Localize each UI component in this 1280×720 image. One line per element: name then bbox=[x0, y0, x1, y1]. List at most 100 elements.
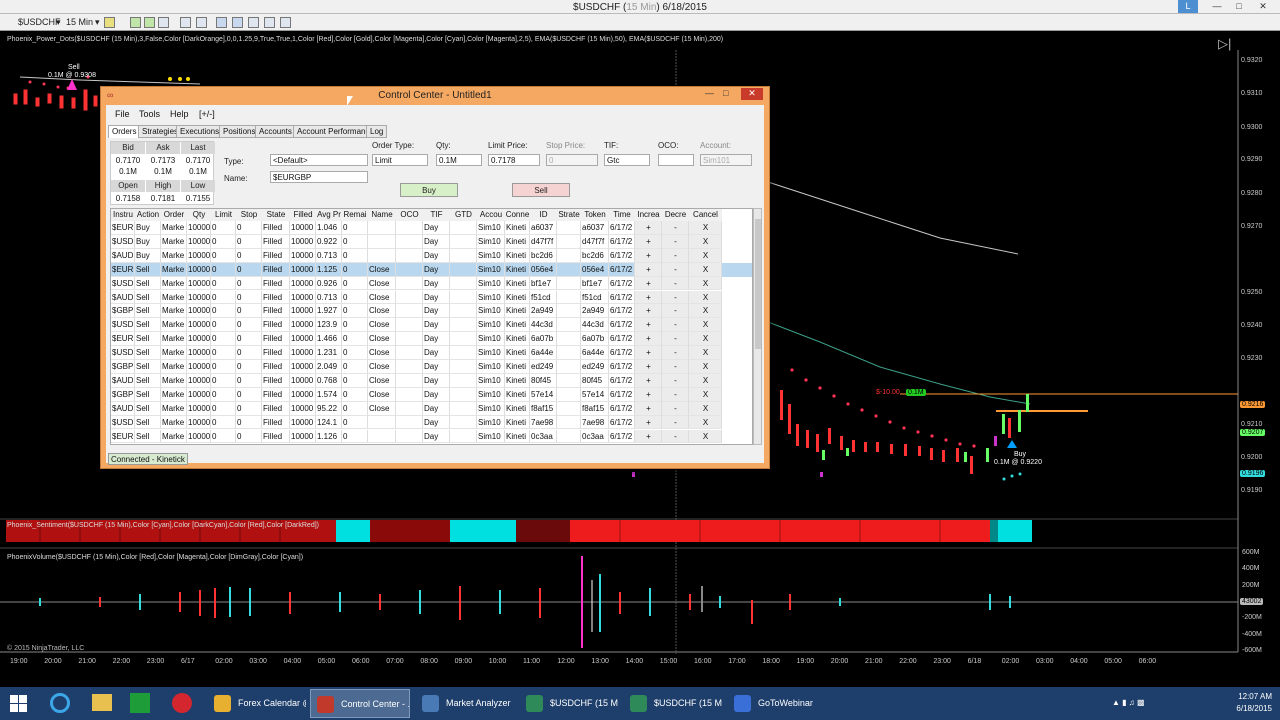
orders-scrollbar[interactable] bbox=[753, 208, 762, 445]
decrease-button[interactable]: - bbox=[662, 262, 689, 277]
column-header[interactable]: Accou bbox=[477, 209, 505, 221]
menu-file[interactable]: File bbox=[115, 109, 130, 119]
stop-price-input[interactable]: 0 bbox=[546, 154, 598, 166]
cancel-order-button[interactable]: X bbox=[689, 387, 722, 402]
order-row[interactable]: $GBP Sell Marke 10000 0 0 Filled 10000 1.927 0 Clo… bbox=[111, 304, 752, 319]
column-header[interactable]: Instru bbox=[111, 209, 135, 221]
taskbar-item[interactable]: Market Analyzer bbox=[416, 689, 514, 718]
draw-tool-icon[interactable] bbox=[130, 17, 141, 28]
tif-select[interactable]: Gtc bbox=[604, 154, 650, 166]
cancel-order-button[interactable]: X bbox=[689, 401, 722, 416]
increase-button[interactable]: + bbox=[635, 221, 662, 235]
limit-price-input[interactable]: 0.7178 bbox=[488, 154, 540, 166]
bar-type-icon[interactable] bbox=[104, 17, 115, 28]
spreadsheet-icon[interactable] bbox=[130, 693, 150, 713]
column-header[interactable]: Cancel bbox=[689, 209, 722, 221]
column-header[interactable]: Token bbox=[581, 209, 609, 221]
symbol-selector[interactable]: $USDCHF bbox=[18, 16, 61, 29]
close-button[interactable]: ✕ bbox=[1252, 0, 1274, 13]
increase-button[interactable]: + bbox=[635, 262, 662, 277]
instrument-input[interactable]: $EURGBP bbox=[270, 171, 368, 183]
cancel-order-button[interactable]: X bbox=[689, 360, 722, 374]
clock-date[interactable]: 6/18/2015 bbox=[1222, 704, 1272, 713]
tab-executions[interactable]: Executions bbox=[176, 125, 224, 138]
tab-accounts[interactable]: Accounts bbox=[255, 125, 296, 138]
order-row[interactable]: $EUR Sell Marke 10000 0 0 Filled 10000 1.466 0 Clo… bbox=[111, 332, 752, 347]
cancel-order-button[interactable]: X bbox=[689, 332, 722, 347]
order-row[interactable]: $AUD Sell Marke 10000 0 0 Filled 10000 0.768 0 Clo… bbox=[111, 373, 752, 388]
cancel-order-button[interactable]: X bbox=[689, 346, 722, 360]
crosshair-icon[interactable] bbox=[180, 17, 191, 28]
decrease-button[interactable]: - bbox=[662, 318, 689, 333]
position-qty-tag[interactable]: 0.1M bbox=[906, 389, 926, 396]
column-header[interactable]: Order bbox=[161, 209, 187, 221]
properties-icon[interactable] bbox=[248, 17, 259, 28]
column-header[interactable]: Avg Pr bbox=[316, 209, 342, 221]
taskbar-item[interactable]: Control Center - ... bbox=[310, 689, 410, 718]
cancel-order-button[interactable]: X bbox=[689, 248, 722, 263]
increase-button[interactable]: + bbox=[635, 401, 662, 416]
pointer-icon[interactable] bbox=[158, 17, 169, 28]
increase-button[interactable]: + bbox=[635, 373, 662, 388]
orders-grid[interactable]: Instru Action Order Qty Limit Stop State Filled… bbox=[110, 208, 753, 445]
buy-button[interactable]: Buy bbox=[400, 183, 458, 197]
interval-dropdown-icon[interactable]: ▾ bbox=[95, 16, 100, 29]
increase-button[interactable]: + bbox=[635, 290, 662, 305]
order-row[interactable]: $EUR Buy Marke 10000 0 0 Filled 10000 1.046 0 Day S… bbox=[111, 221, 752, 235]
order-row[interactable]: $GBP Sell Marke 10000 0 0 Filled 10000 2.049 0 Clo… bbox=[111, 360, 752, 374]
tray-icons[interactable]: ▲ ▮ ♫ ▩ bbox=[1112, 698, 1145, 707]
menu-tools[interactable]: Tools bbox=[139, 109, 160, 119]
order-row[interactable]: $AUD Sell Marke 10000 0 0 Filled 10000 0.713 0 Clo… bbox=[111, 290, 752, 305]
type-select[interactable]: <Default> bbox=[270, 154, 368, 166]
column-header[interactable]: OCO bbox=[396, 209, 423, 221]
increase-button[interactable]: + bbox=[635, 387, 662, 402]
cancel-order-button[interactable]: X bbox=[689, 304, 722, 319]
column-header[interactable]: Filled bbox=[290, 209, 316, 221]
order-row[interactable]: $AUD Buy Marke 10000 0 0 Filled 10000 0.713 0 Day S… bbox=[111, 248, 752, 263]
decrease-button[interactable]: - bbox=[662, 415, 689, 430]
file-explorer-icon[interactable] bbox=[92, 694, 112, 711]
account-badge[interactable]: L bbox=[1178, 0, 1198, 13]
cc-minimize-button[interactable]: — bbox=[705, 88, 714, 98]
decrease-button[interactable]: - bbox=[662, 276, 689, 291]
decrease-button[interactable]: - bbox=[662, 234, 689, 249]
internet-explorer-icon[interactable] bbox=[50, 693, 70, 713]
cancel-order-button[interactable]: X bbox=[689, 276, 722, 291]
cancel-order-button[interactable]: X bbox=[689, 318, 722, 333]
decrease-button[interactable]: - bbox=[662, 387, 689, 402]
increase-button[interactable]: + bbox=[635, 332, 662, 347]
order-row[interactable]: $USD Sell Marke 10000 0 0 Filled 10000 0.926 0 Clo… bbox=[111, 276, 752, 291]
tab-positions[interactable]: Positions bbox=[219, 125, 260, 138]
column-header[interactable]: Conne bbox=[505, 209, 530, 221]
indicators-icon[interactable] bbox=[216, 17, 227, 28]
order-row[interactable]: $USD Sell Marke 10000 0 0 Filled 10000 124.1 0 Day… bbox=[111, 415, 752, 430]
increase-button[interactable]: + bbox=[635, 248, 662, 263]
scroll-to-end-icon[interactable]: ▷| bbox=[1218, 36, 1231, 52]
increase-button[interactable]: + bbox=[635, 415, 662, 430]
decrease-button[interactable]: - bbox=[662, 429, 689, 444]
order-row[interactable]: $AUD Sell Marke 10000 0 0 Filled 10000 95.22 0 Clo… bbox=[111, 401, 752, 416]
sell-button[interactable]: Sell bbox=[512, 183, 570, 197]
taskbar-item[interactable]: GoToWebinar bbox=[728, 689, 824, 718]
qty-input[interactable]: 0.1M bbox=[436, 154, 482, 166]
decrease-button[interactable]: - bbox=[662, 304, 689, 319]
cancel-order-button[interactable]: X bbox=[689, 373, 722, 388]
column-header[interactable]: Qty bbox=[187, 209, 211, 221]
decrease-button[interactable]: - bbox=[662, 346, 689, 360]
order-type-select[interactable]: Limit bbox=[372, 154, 428, 166]
data-box-icon[interactable] bbox=[280, 17, 291, 28]
order-row[interactable]: $USD Sell Marke 10000 0 0 Filled 10000 123.9 0 Clo… bbox=[111, 318, 752, 333]
cancel-order-button[interactable]: X bbox=[689, 415, 722, 430]
symbol-dropdown-icon[interactable]: ▾ bbox=[56, 16, 61, 29]
cancel-order-button[interactable]: X bbox=[689, 234, 722, 249]
increase-button[interactable]: + bbox=[635, 346, 662, 360]
windows-start-icon[interactable] bbox=[10, 695, 28, 713]
tab-log[interactable]: Log bbox=[366, 125, 388, 138]
column-header[interactable]: Strate bbox=[557, 209, 581, 221]
column-header[interactable]: Time bbox=[609, 209, 635, 221]
decrease-button[interactable]: - bbox=[662, 248, 689, 263]
oco-input[interactable] bbox=[658, 154, 694, 166]
decrease-button[interactable]: - bbox=[662, 332, 689, 347]
chart-trader-icon[interactable] bbox=[264, 17, 275, 28]
menu-help[interactable]: Help bbox=[170, 109, 189, 119]
